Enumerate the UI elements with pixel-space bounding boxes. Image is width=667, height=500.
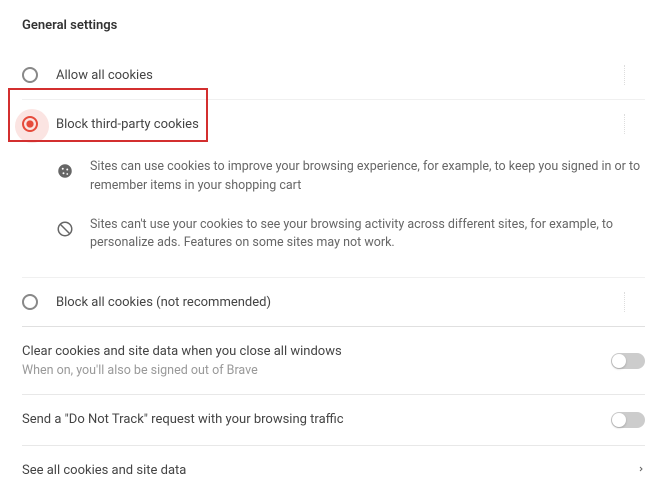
expand-button[interactable] [624,292,645,312]
option-allow-all[interactable]: Allow all cookies [22,51,645,100]
setting-see-all[interactable]: See all cookies and site data [22,446,645,496]
toggle-off[interactable] [611,412,645,428]
setting-label: Clear cookies and site data when you clo… [22,343,611,361]
option-block-all[interactable]: Block all cookies (not recommended) [22,278,645,327]
option-label: Block all cookies (not recommended) [56,295,614,310]
setting-clear-on-close[interactable]: Clear cookies and site data when you clo… [22,327,645,395]
radio-checked-icon [22,116,38,132]
setting-text: Clear cookies and site data when you clo… [22,343,611,378]
expand-button[interactable] [624,65,645,85]
setting-sublabel: When on, you'll also be signed out of Br… [22,363,611,378]
radio-unchecked-icon [22,294,38,310]
detail-text: Sites can use cookies to improve your br… [90,158,645,196]
setting-text: Send a "Do Not Track" request with your … [22,411,611,429]
option-details: Sites can use cookies to improve your br… [22,148,645,278]
section-title: General settings [22,18,645,33]
setting-dnt[interactable]: Send a "Do Not Track" request with your … [22,395,645,446]
detail-allowed: Sites can use cookies to improve your br… [22,148,645,206]
block-icon [56,220,74,238]
radio-unchecked-icon [22,67,38,83]
arrow-right-icon [637,463,645,479]
setting-text: See all cookies and site data [22,462,637,480]
toggle-off[interactable] [611,353,645,369]
collapse-button[interactable] [624,114,645,134]
setting-label: See all cookies and site data [22,462,637,480]
detail-text: Sites can't use your cookies to see your… [90,216,645,254]
setting-label: Send a "Do Not Track" request with your … [22,411,611,429]
option-block-third-party[interactable]: Block third-party cookies [22,100,645,148]
option-label: Block third-party cookies [56,117,614,132]
option-label: Allow all cookies [56,68,614,83]
cookie-icon [56,162,74,180]
detail-blocked: Sites can't use your cookies to see your… [22,206,645,264]
